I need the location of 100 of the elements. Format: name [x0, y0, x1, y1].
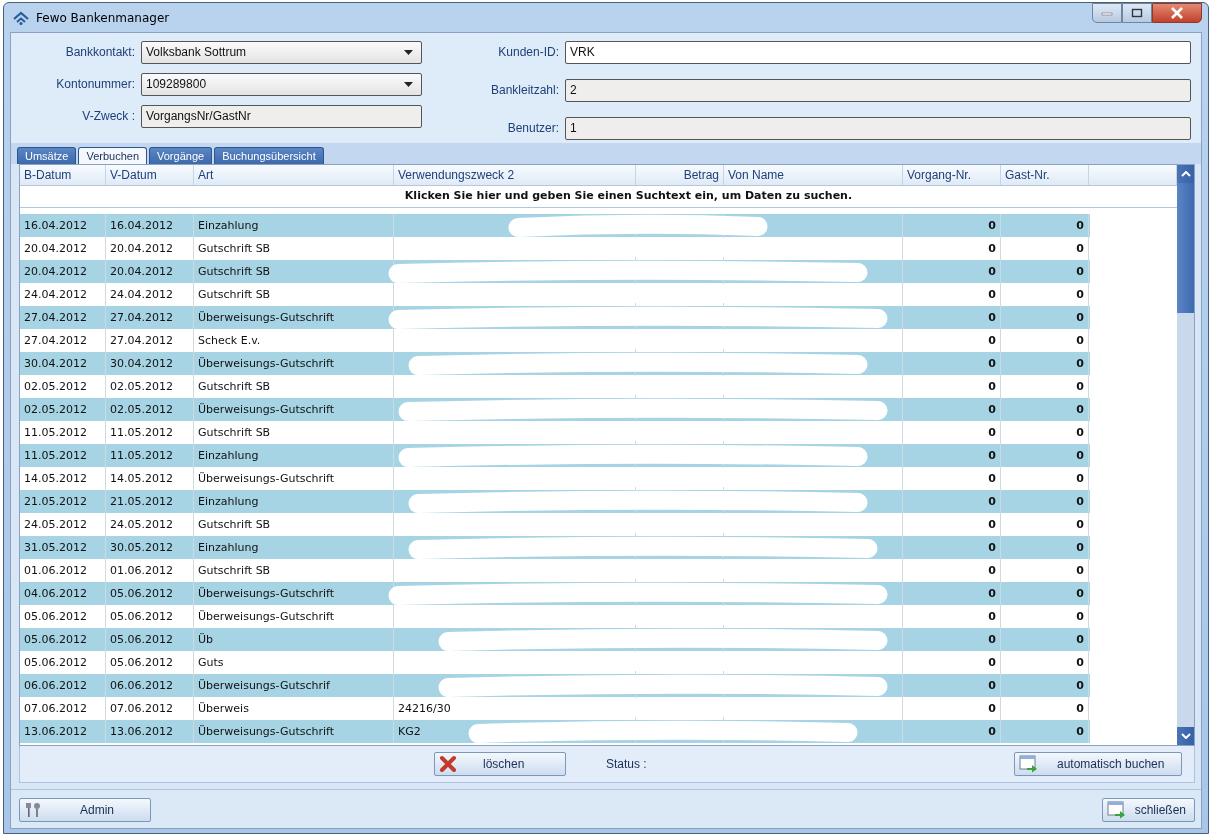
- table-cell: 05.06.2012: [20, 628, 106, 651]
- column-header[interactable]: B-Datum: [20, 165, 106, 185]
- caret-icon: [404, 49, 413, 55]
- table-cell: Einzahlung: [194, 490, 394, 513]
- column-header[interactable]: Verwendungszweck 2: [394, 165, 636, 185]
- table-cell: 30.04.2012: [20, 352, 106, 375]
- table-cell: 0: [1001, 582, 1089, 605]
- table-cell: 06.06.2012: [106, 674, 194, 697]
- table-cell: 11.05.2012: [106, 444, 194, 467]
- table-cell: Überweisungs-Gutschrift: [194, 398, 394, 421]
- table-cell: 02.05.2012: [106, 398, 194, 421]
- field-label: V-Zweck :: [81, 109, 136, 123]
- table-cell: 0: [1001, 398, 1089, 421]
- table-cell: 0: [903, 260, 1001, 283]
- table-cell: Einzahlung: [194, 536, 394, 559]
- field-label: Kontonummer:: [55, 77, 136, 91]
- vertical-scrollbar[interactable]: [1177, 165, 1194, 745]
- column-header[interactable]: Gast-Nr.: [1001, 165, 1089, 185]
- field-label: Bankkontakt:: [64, 45, 136, 59]
- table-cell: Überweisungs-Gutschrif: [194, 674, 394, 697]
- table-cell: 0: [903, 628, 1001, 651]
- input-field[interactable]: 2: [565, 78, 1191, 102]
- column-header[interactable]: V-Datum: [106, 165, 194, 185]
- table-cell: 0: [903, 444, 1001, 467]
- table-cell: 0: [903, 536, 1001, 559]
- table-cell: 13.06.2012: [20, 720, 106, 743]
- table-cell: Gutschrift SB: [194, 260, 394, 283]
- column-header[interactable]: Art: [194, 165, 394, 185]
- admin-button[interactable]: Admin: [19, 798, 151, 822]
- table-cell: 16.04.2012: [20, 214, 106, 237]
- scroll-down-icon[interactable]: [1177, 727, 1194, 745]
- column-header[interactable]: Von Name: [724, 165, 903, 185]
- tab[interactable]: Buchungsübersicht: [214, 147, 324, 164]
- input-field[interactable]: 1: [565, 116, 1191, 140]
- table-cell: Üb: [194, 628, 394, 651]
- table-cell: Überweisungs-Gutschrift: [194, 352, 394, 375]
- table-cell: 21.05.2012: [106, 490, 194, 513]
- close-icon: [439, 755, 457, 773]
- close-icon: [1170, 7, 1184, 19]
- tab[interactable]: Umsätze: [17, 147, 77, 164]
- minimize-icon: [1101, 10, 1113, 16]
- table-cell: 0: [1001, 260, 1089, 283]
- table-cell: 0: [1001, 214, 1089, 237]
- table-cell: 04.06.2012: [20, 582, 106, 605]
- table-cell: Überweisungs-Gutschrift: [194, 582, 394, 605]
- table-cell: 0: [1001, 628, 1089, 651]
- table-cell: Einzahlung: [194, 444, 394, 467]
- column-header[interactable]: Vorgang-Nr.: [903, 165, 1001, 185]
- table-cell: 31.05.2012: [20, 536, 106, 559]
- auto-book-button[interactable]: automatisch buchen: [1014, 752, 1182, 776]
- table-cell: 0: [1001, 674, 1089, 697]
- table-cell: 0: [903, 674, 1001, 697]
- table-cell: 0: [903, 214, 1001, 237]
- close-window-button[interactable]: schließen: [1101, 798, 1195, 822]
- account-dropdown[interactable]: Volksbank Sottrum: [141, 40, 422, 64]
- table-cell: 13.06.2012: [106, 720, 194, 743]
- table-cell: 0: [1001, 352, 1089, 375]
- input-field[interactable]: VorgangsNr/GastNr: [141, 104, 422, 128]
- account-dropdown[interactable]: 109289800: [141, 72, 422, 96]
- table-cell: 0: [1001, 306, 1089, 329]
- table-cell: 02.05.2012: [20, 398, 106, 421]
- delete-button[interactable]: löschen: [434, 752, 566, 776]
- table-cell: 27.04.2012: [106, 306, 194, 329]
- close-button[interactable]: [1152, 3, 1202, 23]
- table-cell: 0: [903, 306, 1001, 329]
- tab[interactable]: Vorgänge: [149, 147, 213, 164]
- window-title: Fewo Bankenmanager: [36, 10, 170, 25]
- table-cell: KG2: [394, 720, 636, 743]
- table-cell: Überweisungs-Gutschrift: [194, 306, 394, 329]
- table-cell: 30.05.2012: [106, 536, 194, 559]
- table-cell: 05.06.2012: [106, 628, 194, 651]
- table-cell: 0: [903, 582, 1001, 605]
- status-label: Status :: [606, 757, 647, 771]
- table-cell: 0: [1001, 444, 1089, 467]
- field-label: Bankleitzahl:: [489, 83, 560, 97]
- table-cell: 0: [1001, 536, 1089, 559]
- table-cell: 20.04.2012: [106, 260, 194, 283]
- caret-icon: [404, 81, 413, 87]
- table-cell: Überweisungs-Gutschrift: [194, 720, 394, 743]
- maximize-button[interactable]: [1122, 3, 1152, 23]
- scroll-thumb[interactable]: [1177, 183, 1194, 313]
- table-cell: 06.06.2012: [20, 674, 106, 697]
- table-cell: 0: [1001, 490, 1089, 513]
- tab[interactable]: Verbuchen: [78, 147, 147, 164]
- table-cell: 0: [903, 490, 1001, 513]
- table-cell: 0: [903, 352, 1001, 375]
- table-cell: 27.04.2012: [20, 306, 106, 329]
- table-cell: 21.05.2012: [20, 490, 106, 513]
- search-row[interactable]: Klicken Sie hier und geben Sie einen Suchtext ein, um Daten zu suchen.: [20, 186, 1177, 208]
- table-cell: 0: [903, 720, 1001, 743]
- table-cell: 16.04.2012: [106, 214, 194, 237]
- table-cell: 30.04.2012: [106, 352, 194, 375]
- table-cell: Einzahlung: [194, 214, 394, 237]
- table-cell: 20.04.2012: [20, 260, 106, 283]
- field-label: Benutzer:: [506, 121, 560, 135]
- input-field[interactable]: VRK: [565, 40, 1191, 64]
- field-label: Kunden-ID:: [497, 45, 560, 59]
- app-logo-icon: [12, 9, 30, 26]
- column-header[interactable]: Betrag: [636, 165, 724, 185]
- scroll-up-icon[interactable]: [1177, 165, 1194, 183]
